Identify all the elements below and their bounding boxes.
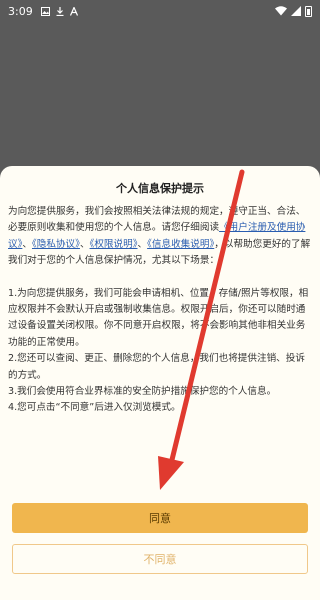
permission-description-link[interactable]: 《权限说明》 bbox=[90, 239, 138, 250]
privacy-dialog: 个人信息保护提示 为向您提供服务，我们会按照相关法律法规的规定，遵守正当、合法、… bbox=[0, 166, 320, 600]
privacy-agreement-link[interactable]: 《隐私协议》 bbox=[32, 239, 80, 250]
status-left-icons bbox=[40, 6, 78, 16]
item-2: 2.您还可以查阅、更正、删除您的个人信息，我们也将提供注销、投诉的方式。 bbox=[8, 353, 305, 381]
intro-paragraph: 为向您提供服务，我们会按照相关法律法规的规定，遵守正当、合法、必要原则收集和使用… bbox=[8, 204, 312, 270]
item-1: 1.为向您提供服务，我们可能会申请相机、位置、存储/照片等权限，相应权限并不会默… bbox=[8, 287, 309, 348]
signal-icon bbox=[291, 6, 301, 16]
separator: 、 bbox=[137, 238, 148, 250]
item-3: 3.我们会使用符合业界标准的安全防护措施保护您的个人信息。 bbox=[8, 386, 277, 398]
image-icon bbox=[40, 6, 50, 16]
status-bar: 3:09 bbox=[0, 0, 320, 22]
dialog-body: 为向您提供服务，我们会按照相关法律法规的规定，遵守正当、合法、必要原则收集和使用… bbox=[8, 204, 312, 417]
status-right-icons bbox=[275, 5, 312, 17]
disagree-button[interactable]: 不同意 bbox=[12, 544, 308, 574]
separator: 、 bbox=[22, 238, 32, 250]
info-collection-link[interactable]: 《信息收集说明》 bbox=[147, 239, 214, 250]
download-icon bbox=[56, 6, 64, 16]
status-time: 3:09 bbox=[8, 4, 33, 18]
battery-icon bbox=[305, 5, 312, 17]
separator: 、 bbox=[79, 238, 90, 250]
item-4: 4.您可点击“不同意”后进入仅浏览模式。 bbox=[8, 402, 181, 414]
wifi-icon bbox=[275, 6, 287, 16]
agree-button[interactable]: 同意 bbox=[12, 503, 308, 533]
dialog-title: 个人信息保护提示 bbox=[116, 182, 204, 195]
font-icon bbox=[69, 6, 78, 16]
